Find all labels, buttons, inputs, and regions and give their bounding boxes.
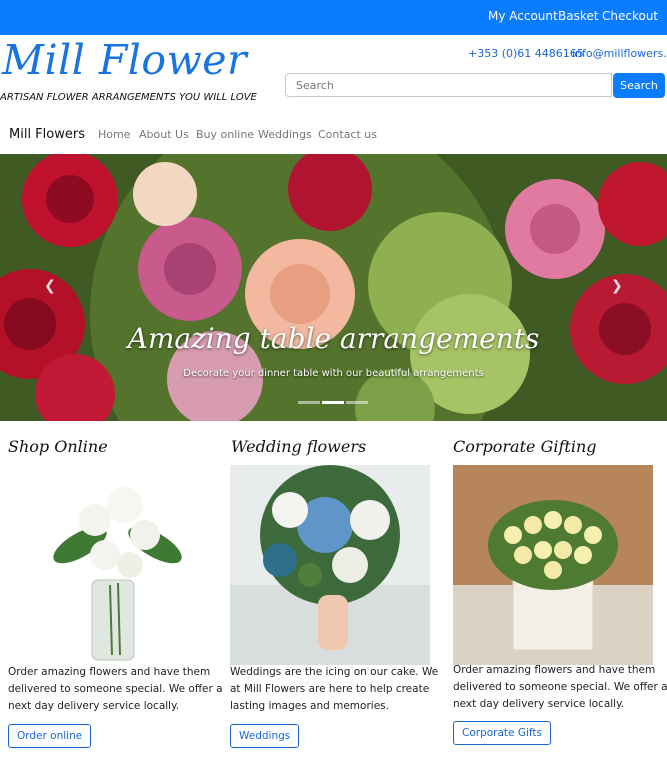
- navbar-brand[interactable]: Mill Flowers: [9, 127, 85, 142]
- card-image-shop-online: [30, 465, 230, 665]
- site-tagline: ARTISAN FLOWER ARRANGEMENTS YOU WILL LOV…: [0, 92, 257, 103]
- card-title-shop-online: Shop Online: [8, 437, 108, 456]
- nav-item-contact[interactable]: Contact us: [318, 128, 377, 141]
- my-account-link[interactable]: My Account: [488, 9, 558, 23]
- checkout-link[interactable]: Checkout: [602, 9, 658, 23]
- nav-item-home[interactable]: Home: [98, 128, 130, 141]
- card-text-wedding-flowers: Weddings are the icing on our cake. We a…: [230, 666, 439, 712]
- hero-image: [0, 154, 667, 421]
- phone-link[interactable]: +353 (0)61 4486165: [468, 47, 584, 60]
- card-title-corporate-gifting: Corporate Gifting: [453, 437, 597, 456]
- top-bar: My Account Basket Checkout: [0, 0, 667, 35]
- chevron-right-icon[interactable]: ❯: [611, 278, 623, 294]
- nav-item-weddings[interactable]: Weddings: [258, 128, 312, 141]
- nav-item-about[interactable]: About Us: [139, 128, 189, 141]
- email-link[interactable]: info@millflowers.ie: [572, 47, 667, 60]
- carousel-indicator[interactable]: [298, 401, 320, 404]
- card-image-wedding-flowers: [230, 465, 430, 665]
- carousel-indicator[interactable]: [346, 401, 368, 404]
- card-text-shop-online: Order amazing flowers and have them deli…: [8, 666, 223, 712]
- site-logo[interactable]: Mill Flower: [2, 36, 247, 84]
- search-input[interactable]: [285, 73, 612, 97]
- hero-carousel: Amazing table arrangements Decorate your…: [0, 154, 667, 421]
- hero-title: Amazing table arrangements: [127, 322, 540, 355]
- card-text-corporate-gifting: Order amazing flowers and have them deli…: [453, 664, 667, 710]
- card-title-wedding-flowers: Wedding flowers: [231, 437, 367, 456]
- carousel-indicator-active[interactable]: [322, 401, 344, 404]
- nav-item-buy-online[interactable]: Buy online: [196, 128, 254, 141]
- order-online-button[interactable]: Order online: [8, 724, 92, 748]
- corporate-gifts-button[interactable]: Corporate Gifts: [453, 721, 551, 745]
- basket-link[interactable]: Basket: [558, 9, 598, 23]
- card-image-corporate-gifting: [453, 465, 653, 665]
- search-button[interactable]: Search: [613, 73, 665, 98]
- weddings-button[interactable]: Weddings: [230, 724, 300, 748]
- chevron-left-icon[interactable]: ❮: [44, 278, 56, 294]
- hero-subtitle: Decorate your dinner table with our beau…: [183, 368, 484, 379]
